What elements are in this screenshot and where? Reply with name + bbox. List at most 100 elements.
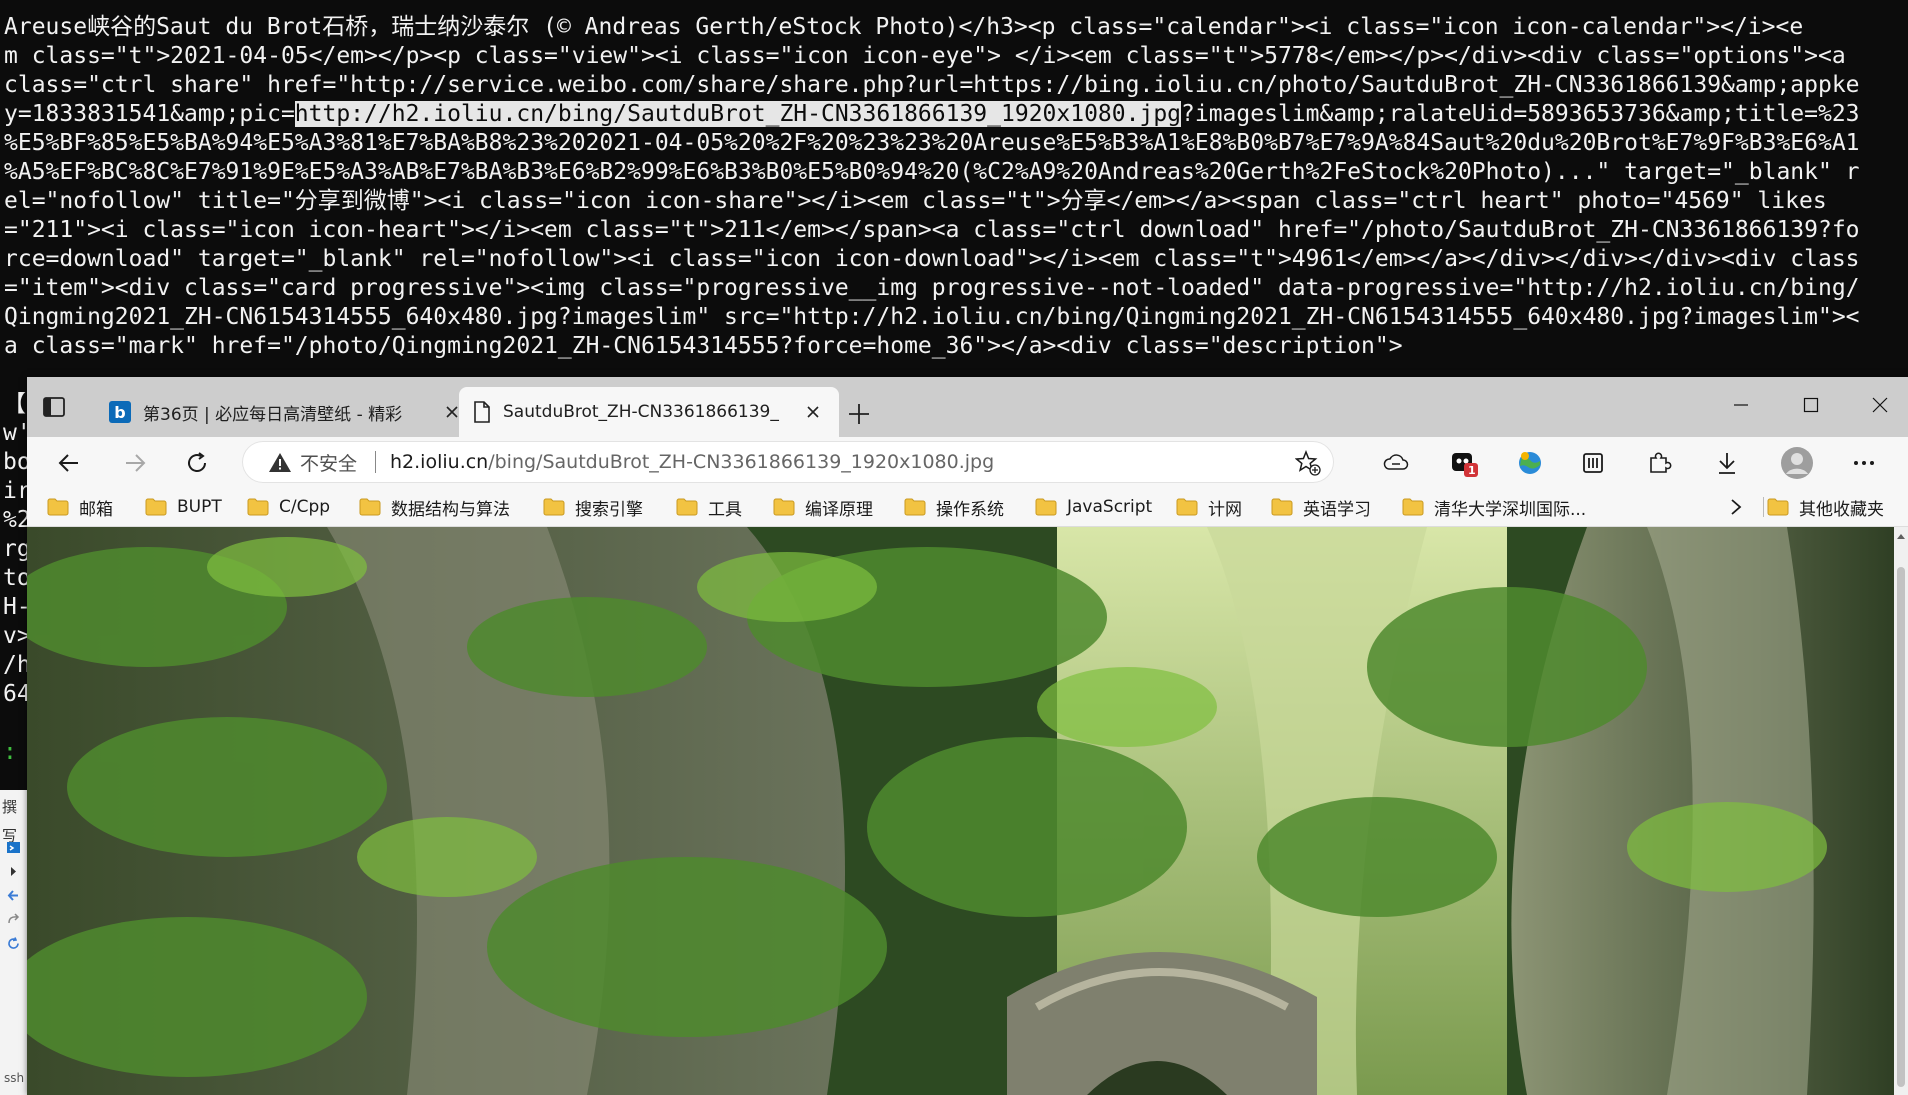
bookmark-folder[interactable]: 英语学习 bbox=[1271, 493, 1371, 521]
terminal-text: y=1833831541&amp;pic= bbox=[4, 101, 295, 127]
bookmark-folder[interactable]: BUPT bbox=[145, 493, 222, 521]
terminal-fragment: w' bbox=[3, 420, 31, 446]
chevron-right-icon[interactable] bbox=[6, 864, 21, 879]
back-button[interactable] bbox=[49, 443, 89, 483]
terminal-line: ="211"><i class="icon icon-heart"></i><e… bbox=[4, 217, 1860, 243]
vertical-scrollbar[interactable] bbox=[1894, 527, 1908, 1095]
terminal-fragment: to bbox=[3, 565, 31, 591]
bookmark-label: 搜索引擎 bbox=[575, 499, 643, 520]
minimize-icon bbox=[1734, 404, 1748, 406]
extension-button[interactable]: 1 bbox=[1444, 443, 1484, 483]
terminal-fragment: bo bbox=[3, 449, 31, 475]
close-icon bbox=[1872, 397, 1888, 413]
folder-icon bbox=[145, 498, 167, 516]
folder-icon bbox=[1271, 498, 1293, 516]
terminal-prompt: : bbox=[3, 739, 17, 765]
terminal-fragment: rg bbox=[3, 536, 31, 562]
bookmark-folder[interactable]: C/Cpp bbox=[247, 493, 330, 521]
terminal-fragment: H- bbox=[3, 594, 31, 620]
url-host[interactable]: h2.ioliu.cn bbox=[390, 451, 488, 473]
terminal-line: %A5%EF%BC%8C%E7%91%9E%E5%A3%AB%E7%BA%B3%… bbox=[4, 159, 1860, 185]
new-tab-button[interactable] bbox=[842, 397, 876, 431]
extensions-button[interactable] bbox=[1640, 443, 1680, 483]
browser-window: b 第36页 | 必应每日高清壁纸 - 精彩 SautduBrot_ZH-CN3… bbox=[27, 377, 1908, 1095]
tab-close-button[interactable] bbox=[801, 400, 825, 424]
refresh-button[interactable] bbox=[177, 443, 217, 483]
bookmark-folder[interactable]: 清华大学深圳国际... bbox=[1402, 493, 1586, 521]
bookmark-folder[interactable]: 计网 bbox=[1176, 493, 1242, 521]
terminal-icon[interactable] bbox=[6, 840, 21, 855]
other-favorites-folder[interactable]: 其他收藏夹 bbox=[1767, 493, 1884, 521]
bookmark-folder[interactable]: 搜索引擎 bbox=[543, 493, 643, 521]
bookmark-label: C/Cpp bbox=[279, 497, 331, 517]
terminal-fragment: v> bbox=[3, 623, 31, 649]
address-divider bbox=[375, 451, 377, 473]
download-icon bbox=[1719, 453, 1735, 474]
page-icon bbox=[474, 401, 490, 423]
bookmark-label: 计网 bbox=[1208, 499, 1242, 520]
tab-actions-button[interactable] bbox=[37, 393, 71, 421]
folder-icon bbox=[1402, 498, 1424, 516]
maximize-icon bbox=[1803, 397, 1819, 413]
star-plus-icon bbox=[1295, 450, 1321, 476]
folder-icon bbox=[1176, 498, 1198, 516]
arrow-left-icon[interactable] bbox=[6, 888, 21, 903]
settings-menu-button[interactable] bbox=[1844, 443, 1884, 483]
extension-badge: 1 bbox=[1468, 464, 1476, 477]
terminal-fragment: %2 bbox=[3, 507, 31, 533]
minimize-button[interactable] bbox=[1713, 387, 1769, 423]
profile-button[interactable] bbox=[1777, 443, 1817, 483]
terminal-fragment bbox=[3, 709, 27, 738]
bookmark-folder[interactable]: 数据结构与算法 bbox=[359, 493, 510, 521]
more-favorites-button[interactable] bbox=[1722, 493, 1750, 521]
background-app-strip: 撰写 ssh bbox=[0, 790, 27, 1095]
collections-icon bbox=[1583, 453, 1603, 473]
bookmark-label: 邮箱 bbox=[79, 499, 113, 520]
downloads-button[interactable] bbox=[1707, 443, 1747, 483]
image-viewport[interactable] bbox=[27, 527, 1908, 1095]
scroll-thumb[interactable] bbox=[1897, 567, 1905, 1087]
bookmark-label: 英语学习 bbox=[1303, 499, 1371, 520]
bookmark-folder[interactable]: 工具 bbox=[676, 493, 742, 521]
redo-icon[interactable] bbox=[6, 912, 21, 927]
folder-icon bbox=[1767, 498, 1789, 516]
terminal-line: ="item"><div class="card progressive"><i… bbox=[4, 275, 1860, 301]
maximize-button[interactable] bbox=[1783, 387, 1839, 423]
folder-icon bbox=[1035, 498, 1057, 516]
folder-icon bbox=[247, 498, 269, 516]
terminal-line: a class="mark" href="/photo/Qingming2021… bbox=[4, 333, 1403, 359]
terminal-line: Areuse峡谷的Saut du Brot石桥，瑞士纳沙泰尔 (© Andrea… bbox=[4, 14, 1804, 40]
forward-button[interactable] bbox=[115, 443, 155, 483]
security-label[interactable]: 不安全 bbox=[300, 449, 357, 476]
terminal-text: ?imageslim&amp;ralateUid=5893653736&amp;… bbox=[1181, 101, 1860, 127]
bookmark-folder[interactable]: 操作系统 bbox=[904, 493, 1004, 521]
tab-bing-wallpaper[interactable]: b 第36页 | 必应每日高清壁纸 - 精彩 bbox=[95, 387, 478, 437]
close-window-button[interactable] bbox=[1852, 387, 1908, 423]
add-favorite-button[interactable] bbox=[1294, 449, 1322, 477]
favorites-bar: 邮箱 BUPT C/Cpp 数据结构与算法 搜索引擎 工具 编译原理 操作系统 … bbox=[27, 487, 1908, 527]
tab-image[interactable]: SautduBrot_ZH-CN3361866139_ bbox=[459, 387, 839, 437]
refresh-icon[interactable] bbox=[6, 936, 21, 951]
puzzle-icon bbox=[1650, 452, 1672, 473]
url-path[interactable]: /bing/SautduBrot_ZH-CN3361866139_1920x10… bbox=[488, 451, 994, 473]
tab-title: 第36页 | 必应每日高清壁纸 - 精彩 bbox=[143, 404, 403, 425]
terminal-side-fragments: 【 w' bo ir %2 rg to H- v> /h 64 : bbox=[3, 390, 31, 767]
bookmark-label: 操作系统 bbox=[936, 499, 1004, 520]
warning-icon[interactable] bbox=[268, 451, 292, 473]
favorites-divider bbox=[1763, 497, 1764, 517]
globe-extension-button[interactable] bbox=[1510, 443, 1550, 483]
scroll-up-icon[interactable] bbox=[1896, 531, 1906, 541]
bookmark-folder[interactable]: JavaScript bbox=[1035, 493, 1152, 521]
bookmark-folder[interactable]: 邮箱 bbox=[47, 493, 113, 521]
collections-button[interactable] bbox=[1573, 443, 1613, 483]
read-aloud-button[interactable] bbox=[1376, 443, 1416, 483]
bookmark-folder[interactable]: 编译原理 bbox=[773, 493, 873, 521]
address-bar[interactable]: 不安全 h2.ioliu.cn/bing/SautduBrot_ZH-CN336… bbox=[242, 441, 1334, 483]
folder-icon bbox=[359, 498, 381, 516]
folder-icon bbox=[676, 498, 698, 516]
close-icon bbox=[446, 406, 458, 418]
selected-url-text[interactable]: http://h2.ioliu.cn/bing/SautduBrot_ZH-CN… bbox=[294, 101, 1182, 127]
bookmark-label: 编译原理 bbox=[805, 499, 873, 520]
bookmark-label: JavaScript bbox=[1067, 497, 1153, 517]
terminal-line-selection: y=1833831541&amp;pic=http://h2.ioliu.cn/… bbox=[4, 100, 1904, 129]
